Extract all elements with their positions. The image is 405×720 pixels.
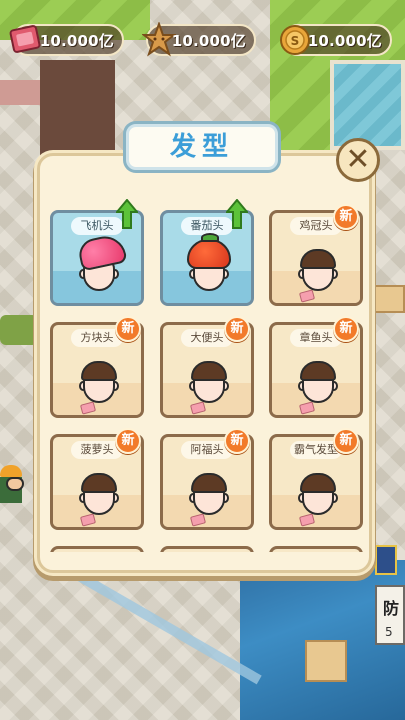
cardboard-box [305,640,347,682]
default-hair-icon [79,467,119,517]
new-badge: 新 [224,316,250,342]
currency-ticket[interactable]: 10.000亿 [9,24,124,56]
new-badge: 新 [115,316,141,342]
pool [330,60,405,150]
building-wall [0,80,40,105]
default-hair-icon [189,355,229,405]
svg-text:S: S [291,34,300,48]
hairstyle-card[interactable] [269,546,363,552]
hairstyle-grid[interactable]: 飞机头 番茄头 鸡冠头 方块头 大便头 章鱼头 菠萝头 阿福头 霸气发型 [46,204,363,552]
sign-char: 防 [383,599,400,618]
new-badge: 新 [115,428,141,454]
shrub [0,315,38,345]
star-value: 10.000亿 [171,32,246,50]
upgrade-arrow-icon [116,199,138,229]
ticket-value: 10.000亿 [39,32,114,50]
upgrade-arrow-icon [226,199,248,229]
default-hair-icon [189,467,229,517]
close-icon: ✕ [345,142,371,177]
pompadour-hair-icon [76,232,128,293]
default-hair-icon [79,355,119,405]
cardboard-box [372,285,405,313]
side-sign[interactable]: 防 5 [375,585,405,645]
hairstyle-panel: 飞机头 番茄头 鸡冠头 方块头 大便头 章鱼头 菠萝头 阿福头 霸气发型 [37,153,372,573]
new-badge: 新 [333,428,359,454]
new-badge: 新 [333,316,359,342]
new-badge: 新 [333,204,359,230]
new-badge: 新 [224,428,250,454]
ticket-icon [9,25,41,53]
default-hair-icon [298,243,338,293]
currency-coin[interactable]: S 10.000亿 [280,24,392,56]
hairstyle-card[interactable] [160,546,254,552]
hairstyle-card[interactable] [50,546,144,552]
modal-title-plaque: 发型 [126,124,278,170]
tomato-hair-icon [187,233,231,293]
default-hair-icon [298,355,338,405]
coin-value: 10.000亿 [307,32,382,50]
modal-title: 发型 [169,132,234,162]
currency-star[interactable]: 10.000亿 [142,22,256,57]
notice-board [375,545,397,575]
close-button[interactable]: ✕ [336,138,380,182]
default-hair-icon [298,467,338,517]
worker-character[interactable] [0,465,24,520]
sign-num: 5 [385,625,393,639]
